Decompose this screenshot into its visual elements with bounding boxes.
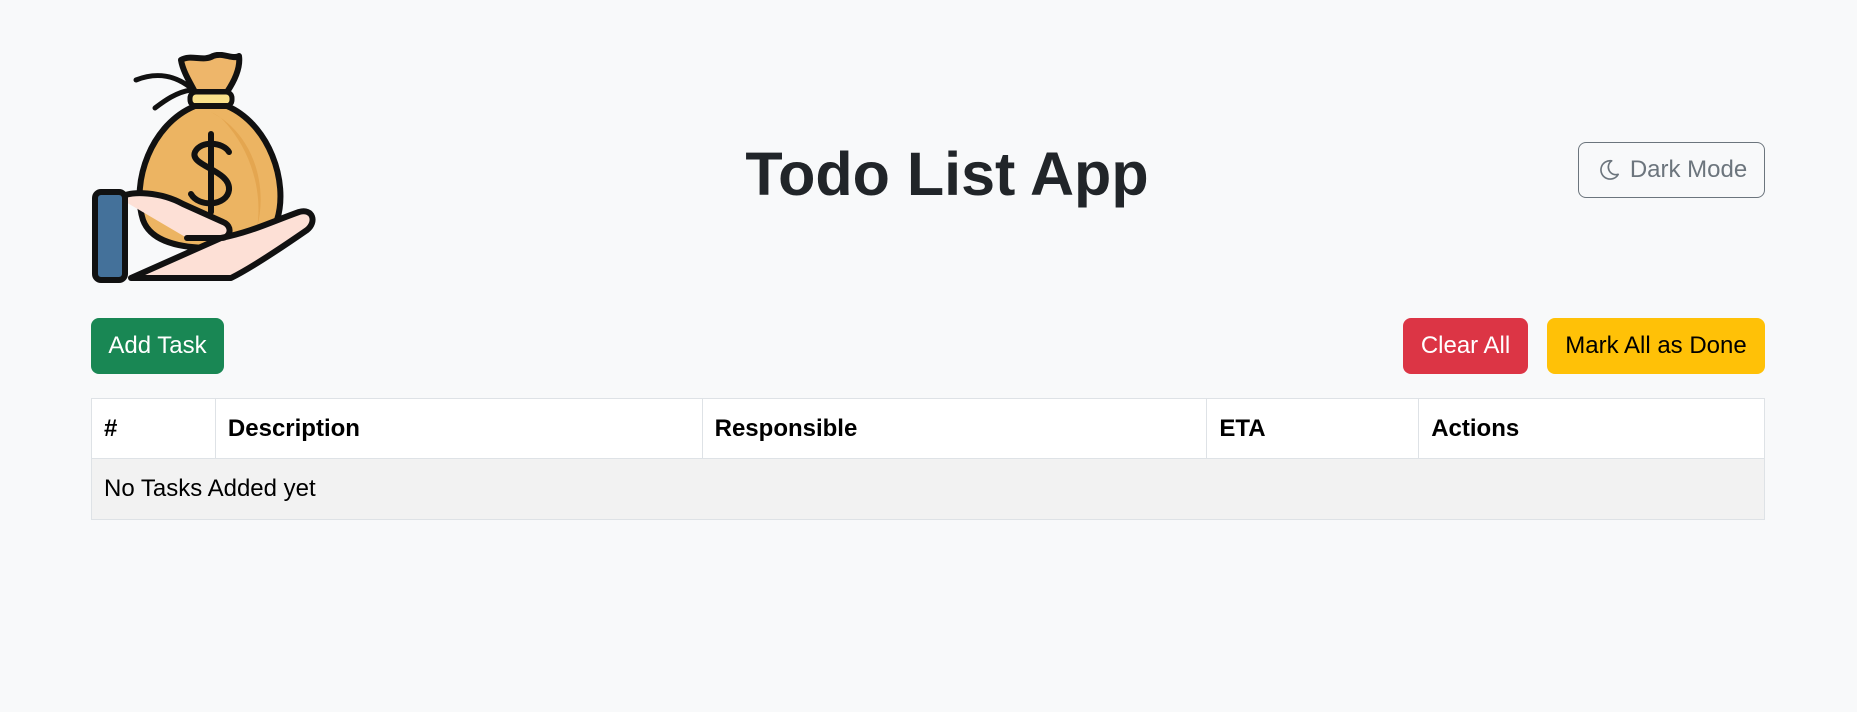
page-title: Todo List App xyxy=(745,140,1149,208)
column-header-actions: Actions xyxy=(1418,398,1765,459)
column-header-eta: ETA xyxy=(1206,398,1420,459)
column-header-number: # xyxy=(91,398,216,459)
app-page: Todo List App Dark Mode Add Task Clear A… xyxy=(0,0,1857,712)
column-header-description: Description xyxy=(214,398,703,459)
add-task-button[interactable]: Add Task xyxy=(91,318,224,374)
money-bag-hand-icon xyxy=(92,52,316,283)
moon-icon xyxy=(1599,159,1619,180)
dark-mode-label: Dark Mode xyxy=(1629,156,1748,183)
clear-all-button[interactable]: Clear All xyxy=(1403,318,1528,374)
table-row: No Tasks Added yet xyxy=(91,458,1765,520)
mark-all-done-button[interactable]: Mark All as Done xyxy=(1547,318,1765,374)
empty-tasks-message: No Tasks Added yet xyxy=(91,458,1765,520)
table-header-row: # Description Responsible ETA Actions xyxy=(91,398,1765,459)
dark-mode-button[interactable]: Dark Mode xyxy=(1578,142,1765,198)
tasks-table: # Description Responsible ETA Actions No… xyxy=(91,398,1765,520)
column-header-responsible: Responsible xyxy=(701,398,1208,459)
